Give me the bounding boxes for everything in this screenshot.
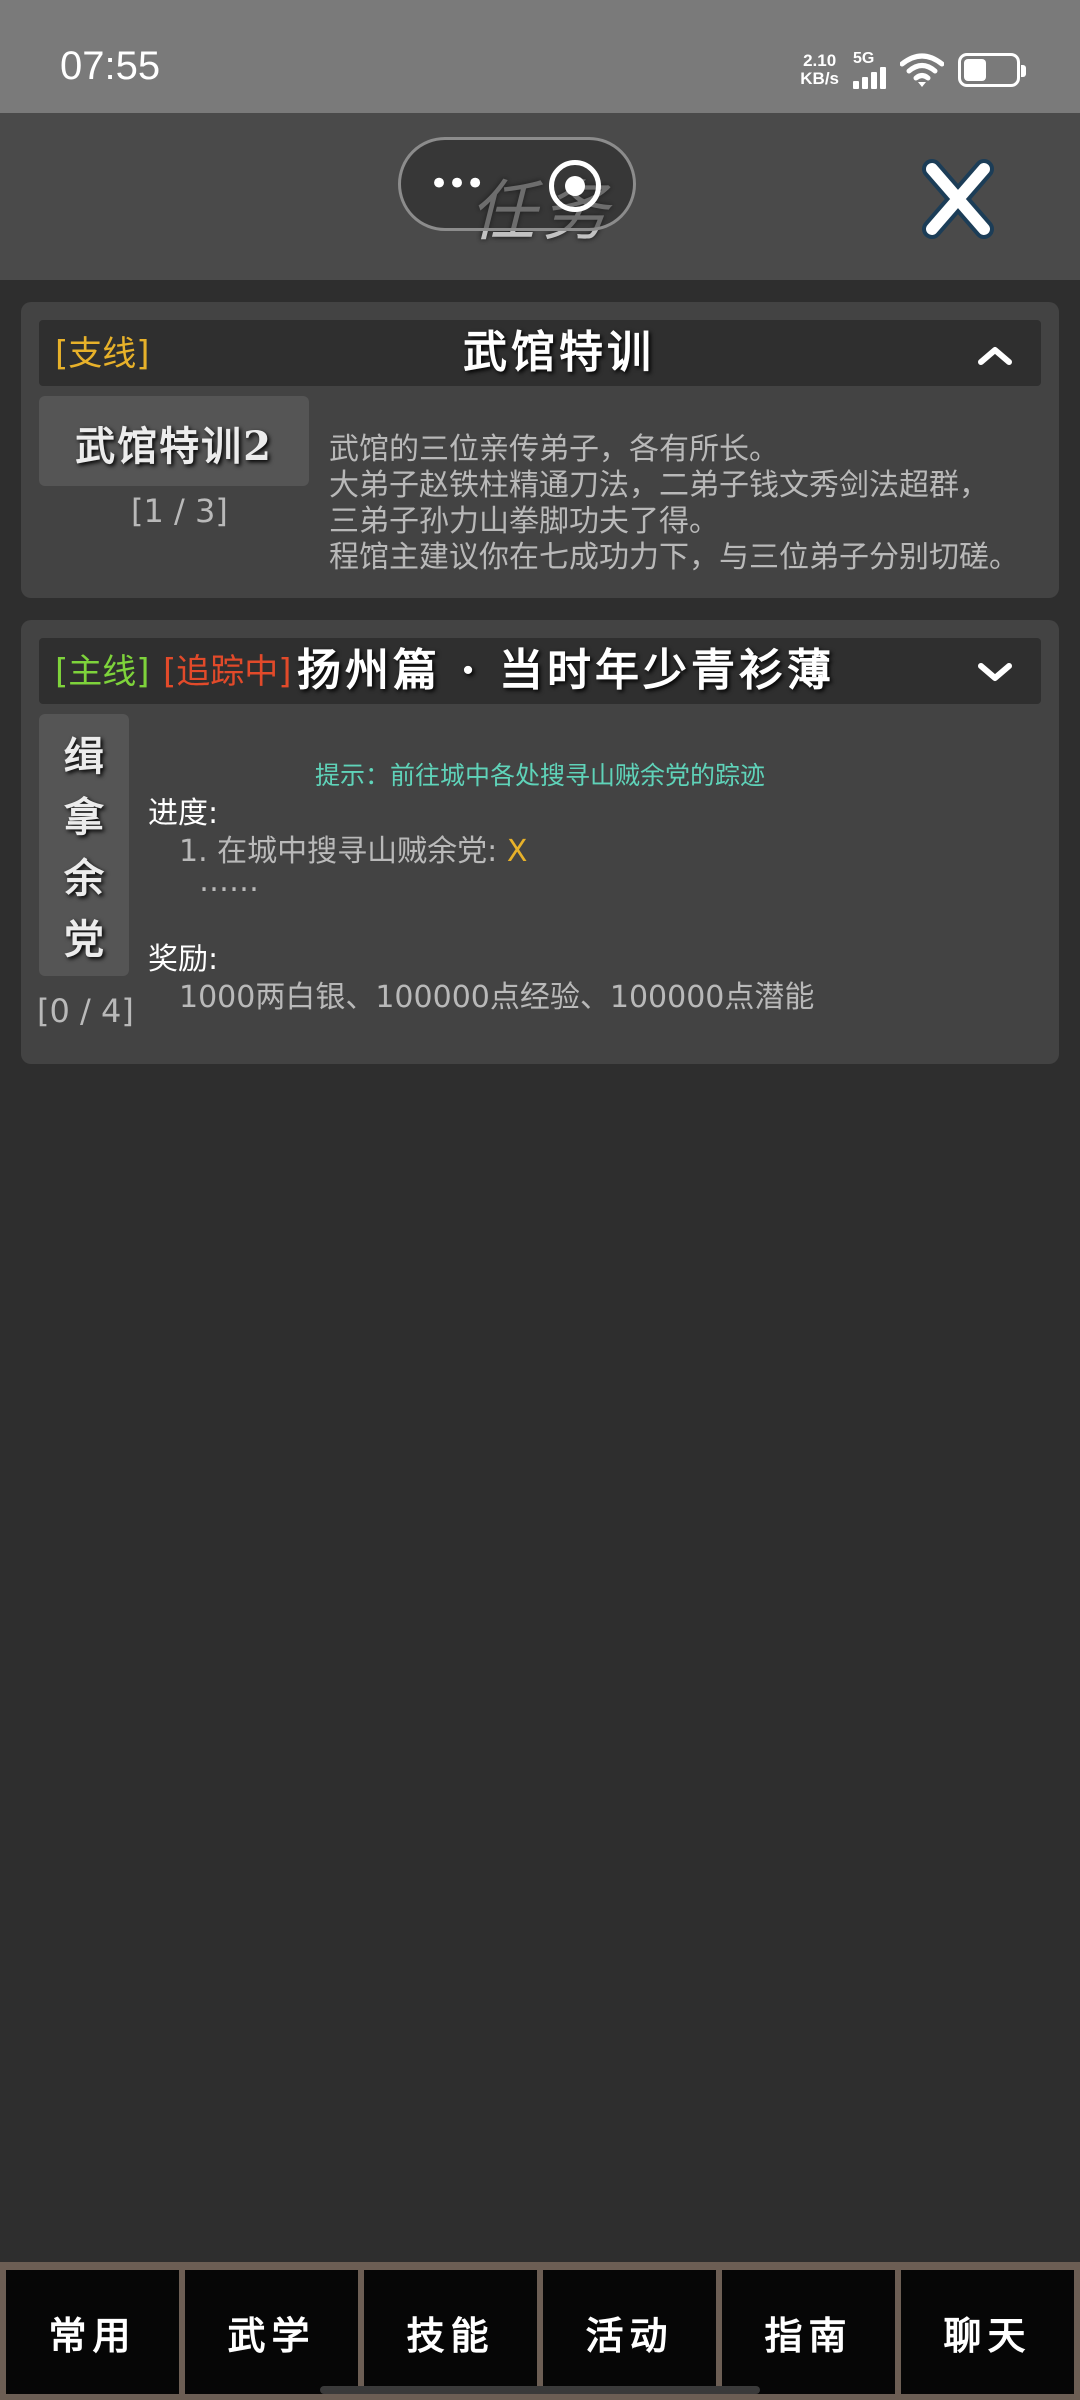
- quest-badge: 缉 拿 余 党: [39, 714, 129, 976]
- quest-hint: 提示：前往城中各处搜寻山贼余党的踪迹: [314, 761, 765, 790]
- quest-card-main[interactable]: [主线] [追踪中] 扬州篇 · 当时年少青衫薄 缉 拿 余 党 [0 / 4]…: [21, 620, 1059, 1064]
- status-time: 07:55: [60, 44, 161, 88]
- status-bar: 07:55 2.10 KB/s 5G: [0, 0, 1080, 113]
- chevron-down-icon[interactable]: [977, 658, 1013, 686]
- more-icon[interactable]: •••: [429, 164, 485, 204]
- quest-badge: 武馆特训2: [39, 396, 309, 486]
- tag-tracking: [追踪中]: [163, 652, 292, 692]
- quest-card-side[interactable]: [支线] 武馆特训 武馆特训2 [1 / 3] 武馆的三位亲传弟子，各有所长。 …: [21, 302, 1059, 598]
- battery-icon: [958, 53, 1026, 87]
- mini-program-capsule: •••: [398, 137, 636, 231]
- bottom-nav: 常用 武学 技能 活动 指南 聊天: [0, 2262, 1080, 2400]
- incomplete-mark: X: [506, 834, 528, 869]
- header: 任务 •••: [0, 113, 1080, 280]
- quest-header[interactable]: [支线] 武馆特训: [39, 320, 1041, 386]
- exit-target-icon[interactable]: [549, 160, 601, 212]
- nav-martial-arts[interactable]: 武学: [185, 2270, 358, 2394]
- quest-title: 扬州篇 · 当时年少青衫薄: [297, 645, 835, 696]
- nav-common[interactable]: 常用: [6, 2270, 179, 2394]
- status-icons: 2.10 KB/s 5G: [800, 48, 1026, 92]
- reward-text: 1000两白银、100000点经验、100000点潜能: [179, 980, 815, 1015]
- home-indicator[interactable]: [320, 2386, 760, 2394]
- close-icon[interactable]: [918, 159, 998, 239]
- tag-side: [支线]: [55, 334, 150, 374]
- quest-header[interactable]: [主线] [追踪中] 扬州篇 · 当时年少青衫薄: [39, 638, 1041, 704]
- wifi-icon: [900, 53, 944, 87]
- nav-skills[interactable]: 技能: [364, 2270, 537, 2394]
- quest-progress-count: [0 / 4]: [37, 992, 134, 1030]
- signal-icon: 5G: [853, 51, 886, 89]
- nav-chat[interactable]: 聊天: [901, 2270, 1074, 2394]
- progress-ellipsis: ……: [199, 864, 259, 899]
- nav-activities[interactable]: 活动: [543, 2270, 716, 2394]
- nav-guide[interactable]: 指南: [722, 2270, 895, 2394]
- chevron-up-icon[interactable]: [977, 340, 1013, 368]
- quest-title: 武馆特训: [463, 327, 655, 378]
- quest-progress-count: [1 / 3]: [131, 492, 228, 530]
- quest-description: 武馆的三位亲传弟子，各有所长。 大弟子赵铁柱精通刀法，二弟子钱文秀剑法超群， 三…: [329, 432, 1019, 575]
- net-speed: 2.10 KB/s: [800, 51, 839, 88]
- tag-main: [主线]: [55, 652, 150, 692]
